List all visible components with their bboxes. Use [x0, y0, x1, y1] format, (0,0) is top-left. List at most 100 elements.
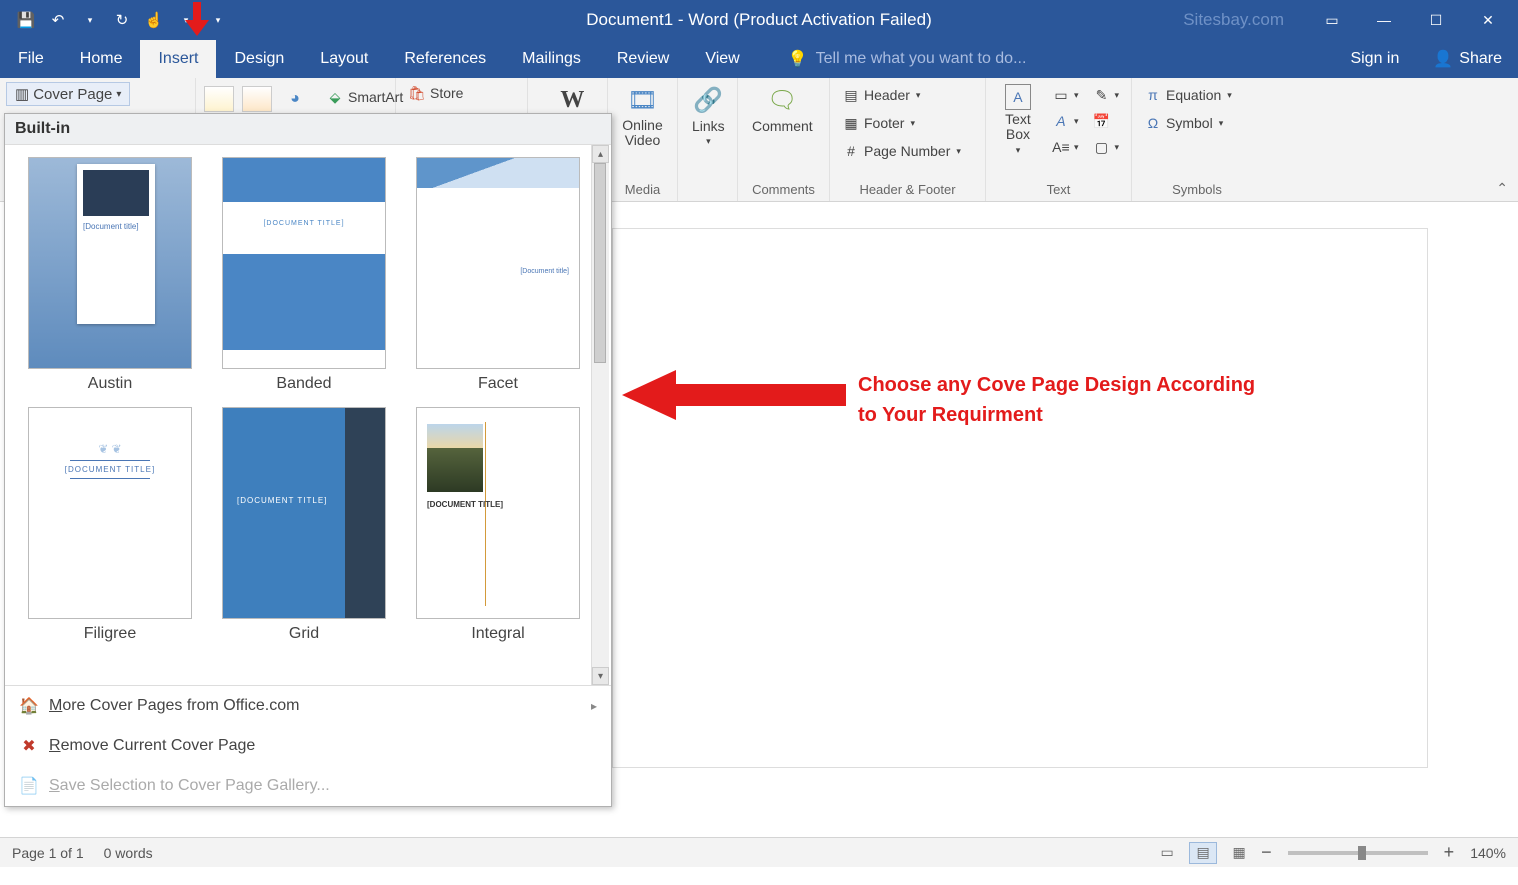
links-label: Links [692, 118, 725, 134]
scroll-down-icon[interactable]: ▾ [592, 667, 609, 685]
video-icon: 🎞 [627, 84, 659, 116]
symbol-button[interactable]: ΩSymbol▾ [1140, 112, 1236, 134]
store-icon: 🛍 [408, 84, 426, 102]
date-time-button[interactable]: 📅 [1088, 110, 1123, 132]
signature-line-button[interactable]: ✎▾ [1088, 84, 1123, 106]
text-group-label: Text [994, 180, 1123, 199]
gallery-header: Built-in [5, 114, 611, 145]
cover-integral[interactable]: [DOCUMENT TITLE] Integral [411, 407, 585, 643]
drop-cap-button[interactable]: A≡▾ [1048, 136, 1083, 158]
symbols-group-label: Symbols [1140, 180, 1254, 199]
cover-label: Austin [88, 375, 132, 393]
online-video-button[interactable]: 🎞 Online Video [616, 82, 669, 151]
tab-references[interactable]: References [386, 40, 504, 78]
cover-banded[interactable]: [DOCUMENT TITLE] Banded [217, 157, 391, 393]
tab-mailings[interactable]: Mailings [504, 40, 599, 78]
comment-icon: 🗨 [766, 84, 798, 116]
maximize-icon[interactable]: ☐ [1414, 5, 1458, 35]
shapes-icon[interactable]: ◕ [280, 86, 310, 112]
tell-me-search[interactable]: 💡 Tell me what you want to do... [758, 40, 1027, 78]
office-icon: 🏠 [19, 696, 39, 716]
tab-view[interactable]: View [687, 40, 757, 78]
more-cover-pages[interactable]: 🏠 More Cover Pages from Office.com ▸ [5, 686, 611, 726]
comment-button[interactable]: 🗨 Comment [746, 82, 819, 136]
window-title: Document1 - Word (Product Activation Fai… [586, 10, 932, 30]
links-button[interactable]: 🔗 Links ▾ [686, 82, 731, 149]
scroll-thumb[interactable] [594, 163, 606, 363]
link-icon: 🔗 [692, 84, 724, 116]
signature-icon: ✎ [1092, 86, 1110, 104]
footer-button[interactable]: ▦Footer▾ [838, 112, 965, 134]
tab-design[interactable]: Design [216, 40, 302, 78]
cover-page-gallery: Built-in [Document title] Austin [DOCUME… [4, 113, 612, 807]
cover-austin[interactable]: [Document title] Austin [23, 157, 197, 393]
cover-page-label: Cover Page [33, 86, 112, 103]
text-box-button[interactable]: A Text Box ▾ [994, 82, 1042, 158]
sign-in-link[interactable]: Sign in [1332, 40, 1417, 78]
cover-thumb-banded: [DOCUMENT TITLE] [222, 157, 386, 369]
document-page[interactable] [612, 228, 1428, 768]
smartart-button[interactable]: ⬙ SmartArt [322, 86, 407, 108]
word-count[interactable]: 0 words [104, 845, 153, 861]
tab-layout[interactable]: Layout [302, 40, 386, 78]
close-icon[interactable]: ✕ [1466, 5, 1510, 35]
online-pictures-icon[interactable] [242, 86, 272, 112]
wordart-button[interactable]: A▾ [1048, 110, 1083, 132]
date-icon: 📅 [1092, 112, 1110, 130]
read-mode-icon[interactable]: ▭ [1153, 842, 1181, 864]
undo-dropdown-icon[interactable]: ▾ [76, 6, 104, 34]
gallery-scrollbar[interactable]: ▴ ▾ [591, 145, 609, 685]
symbol-icon: Ω [1144, 114, 1162, 132]
store-button[interactable]: 🛍 Store [404, 82, 467, 104]
header-button[interactable]: ▤Header▾ [838, 84, 965, 106]
touch-mode-icon[interactable]: ☝ [140, 6, 168, 34]
scroll-up-icon[interactable]: ▴ [592, 145, 609, 163]
footer-icon: ▦ [842, 114, 860, 132]
object-button[interactable]: ▢▾ [1088, 136, 1123, 158]
tab-home[interactable]: Home [62, 40, 141, 78]
remove-cover-page[interactable]: ✖ Remove Current Cover Page [5, 726, 611, 766]
zoom-level[interactable]: 140% [1470, 845, 1506, 861]
save-icon[interactable]: 💾 [12, 6, 40, 34]
page-number-icon: # [842, 142, 860, 160]
zoom-slider-knob[interactable] [1358, 846, 1366, 860]
cover-label: Facet [478, 375, 518, 393]
collapse-ribbon-icon[interactable]: ⌃ [1496, 180, 1508, 197]
print-layout-icon[interactable]: ▤ [1189, 842, 1217, 864]
zoom-slider[interactable] [1288, 851, 1428, 855]
cover-filigree[interactable]: ❦ ❦[DOCUMENT TITLE] Filigree [23, 407, 197, 643]
tab-file[interactable]: File [0, 40, 62, 78]
cover-page-icon: ▥ [15, 85, 29, 103]
cover-thumb-grid: [DOCUMENT TITLE] [222, 407, 386, 619]
cover-page-button[interactable]: ▥ Cover Page ▾ [6, 82, 130, 106]
cover-thumb-integral: [DOCUMENT TITLE] [416, 407, 580, 619]
object-icon: ▢ [1092, 138, 1110, 156]
remove-cover-page-label: Remove Current Cover Page [49, 737, 255, 755]
zoom-out-icon[interactable]: − [1261, 842, 1272, 863]
minimize-icon[interactable]: — [1362, 5, 1406, 35]
zoom-in-icon[interactable]: + [1444, 842, 1455, 863]
equation-icon: π [1144, 86, 1162, 104]
cover-thumb-austin: [Document title] [28, 157, 192, 369]
undo-icon[interactable]: ↶ [44, 6, 72, 34]
tab-insert[interactable]: Insert [140, 40, 216, 78]
share-button[interactable]: 👤 Share [1417, 40, 1518, 78]
web-layout-icon[interactable]: ▦ [1225, 842, 1253, 864]
cover-grid[interactable]: [DOCUMENT TITLE] Grid [217, 407, 391, 643]
pictures-icon[interactable] [204, 86, 234, 112]
gallery-footer: 🏠 More Cover Pages from Office.com ▸ ✖ R… [5, 685, 611, 806]
page-number-button[interactable]: #Page Number▾ [838, 140, 965, 162]
tab-review[interactable]: Review [599, 40, 687, 78]
smartart-label: SmartArt [348, 89, 403, 105]
cover-facet[interactable]: [Document title] Facet [411, 157, 585, 393]
wikipedia-icon: W [556, 84, 588, 116]
quick-parts-icon: ▭ [1052, 86, 1070, 104]
watermark-text: Sitesbay.com [1183, 10, 1284, 30]
header-footer-group-label: Header & Footer [838, 180, 977, 199]
quick-parts-button[interactable]: ▭▾ [1048, 84, 1083, 106]
equation-button[interactable]: πEquation▾ [1140, 84, 1236, 106]
page-indicator[interactable]: Page 1 of 1 [12, 845, 84, 861]
annotation-arrow-down-icon [185, 2, 209, 38]
ribbon-display-options-icon[interactable]: ▭ [1310, 5, 1354, 35]
redo-icon[interactable]: ↻ [108, 6, 136, 34]
